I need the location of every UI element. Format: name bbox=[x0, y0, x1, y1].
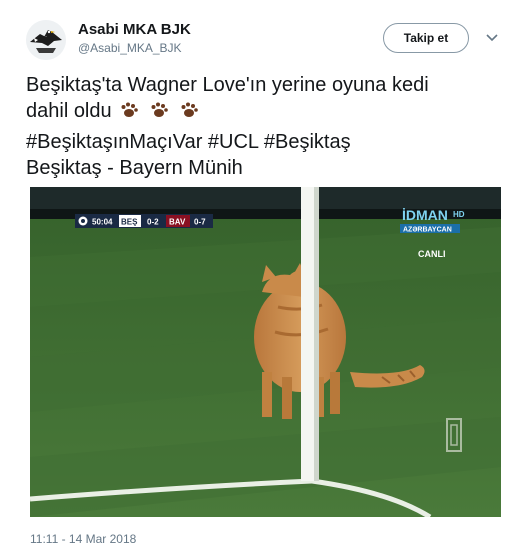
user-handle[interactable]: @Asabi_MKA_BJK bbox=[78, 41, 182, 55]
display-name[interactable]: Asabi MKA BJK bbox=[78, 21, 191, 38]
tweet-header: Asabi MKA BJK @Asabi_MKA_BJK Takip et bbox=[26, 18, 506, 62]
paw-emoji-group bbox=[118, 98, 210, 129]
home-team: BEŞ bbox=[121, 218, 138, 227]
chevron-down-icon bbox=[486, 34, 498, 42]
aggregate-score: 0-7 bbox=[194, 218, 206, 227]
live-label: CANLI bbox=[418, 249, 446, 259]
away-team: BAV bbox=[169, 218, 186, 227]
paw-prints-icon bbox=[121, 102, 198, 117]
tweet-timestamp[interactable]: 11:11 - 14 Mar 2018 bbox=[30, 532, 136, 546]
tweet-line-with-emoji: dahil oldu bbox=[26, 98, 504, 129]
tweet-line: Beşiktaş - Bayern Münih bbox=[26, 157, 243, 179]
tweet-text: Beşiktaş'ta Wagner Love'ın yerine oyuna … bbox=[26, 72, 504, 181]
follow-button[interactable]: Takip et bbox=[383, 23, 469, 53]
channel-hd: HD bbox=[453, 210, 465, 219]
channel-name: İDMAN bbox=[402, 207, 448, 223]
tweet-hashtags[interactable]: #BeşiktaşınMaçıVar #UCL #Beşiktaş bbox=[26, 129, 504, 155]
user-avatar[interactable] bbox=[26, 20, 66, 60]
scoreboard: 50:04 BEŞ 0-2 BAV 0-7 bbox=[75, 214, 213, 228]
more-options-button[interactable] bbox=[482, 28, 502, 48]
tweet-line: dahil oldu bbox=[26, 100, 112, 122]
eagle-avatar-icon bbox=[26, 20, 66, 60]
match-score: 0-2 bbox=[147, 218, 159, 227]
match-clock: 50:04 bbox=[92, 218, 113, 227]
tweet-line: Beşiktaş'ta Wagner Love'ın yerine oyuna … bbox=[26, 74, 429, 96]
football-pitch-cat-photo: 50:04 BEŞ 0-2 BAV 0-7 İDMAN HD AZƏRBAYCA… bbox=[30, 187, 501, 517]
channel-sub: AZƏRBAYCAN bbox=[403, 227, 452, 234]
tweet-media-image[interactable]: 50:04 BEŞ 0-2 BAV 0-7 İDMAN HD AZƏRBAYCA… bbox=[30, 187, 501, 517]
